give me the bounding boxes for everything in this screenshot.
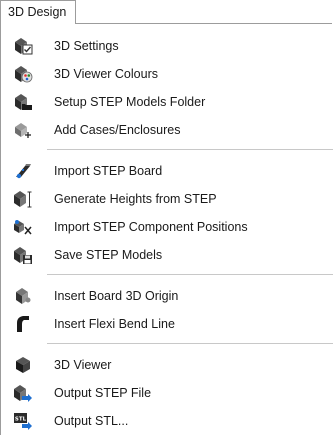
menu-item-import-step-component-positions[interactable]: Import STEP Component Positions xyxy=(1,213,333,241)
menu-separator xyxy=(47,343,333,344)
flexi-bend-icon xyxy=(13,315,33,333)
menu-item-label: 3D Viewer Colours xyxy=(54,67,158,81)
menu-item-label: Insert Flexi Bend Line xyxy=(54,317,175,331)
generate-heights-icon xyxy=(13,190,33,208)
menu-item-output-step-file[interactable]: Output STEP File xyxy=(1,379,333,407)
save-models-icon xyxy=(13,246,33,264)
menu-item-label: Output STEP File xyxy=(54,386,152,400)
add-enclosure-icon xyxy=(13,121,33,139)
menu-item-add-cases-enclosures[interactable]: Add Cases/Enclosures xyxy=(1,116,333,144)
menu-item-insert-flexi-bend-line[interactable]: Insert Flexi Bend Line xyxy=(1,310,333,338)
menu-item-label: Insert Board 3D Origin xyxy=(54,289,179,303)
menu-item-import-step-board[interactable]: Import STEP Board xyxy=(1,157,333,185)
menu-separator xyxy=(47,274,333,275)
menu-item-insert-board-3d-origin[interactable]: Insert Board 3D Origin xyxy=(1,282,333,310)
menu-item-label: Import STEP Board xyxy=(54,164,163,178)
output-stl-icon: STL xyxy=(13,412,33,430)
menu-item-label: Generate Heights from STEP xyxy=(54,192,217,206)
3d-settings-icon xyxy=(13,37,33,55)
menu-item-label: Add Cases/Enclosures xyxy=(54,123,181,137)
menu-item-label: Output STL... xyxy=(54,414,129,428)
menu-item-generate-heights-from-step[interactable]: Generate Heights from STEP xyxy=(1,185,333,213)
menu-item-label: Setup STEP Models Folder xyxy=(54,95,206,109)
menu-item-label: 3D Viewer xyxy=(54,358,112,372)
menu-item-save-step-models[interactable]: Save STEP Models xyxy=(1,241,333,269)
step-folder-icon xyxy=(13,93,33,111)
menu-item-label: Save STEP Models xyxy=(54,248,163,262)
menu-separator xyxy=(47,149,333,150)
board-origin-icon xyxy=(13,287,33,305)
tab-label: 3D Design xyxy=(8,5,67,19)
import-board-icon xyxy=(13,162,33,180)
menu-item-3d-viewer-colours[interactable]: 3D Viewer Colours xyxy=(1,60,333,88)
menu-item-label: Import STEP Component Positions xyxy=(54,220,248,234)
svg-text:STL: STL xyxy=(15,417,27,423)
menu-item-3d-settings[interactable]: 3D Settings xyxy=(1,32,333,60)
output-step-icon xyxy=(13,384,33,402)
3d-viewer-icon xyxy=(13,356,33,374)
menu-item-output-stl[interactable]: STL Output STL... xyxy=(1,407,333,435)
tab-3d-design[interactable]: 3D Design xyxy=(0,0,77,24)
menu-item-label: 3D Settings xyxy=(54,39,119,53)
menu-item-setup-step-models-folder[interactable]: Setup STEP Models Folder xyxy=(1,88,333,116)
menu-item-3d-viewer[interactable]: 3D Viewer xyxy=(1,351,333,379)
dropdown-menu: 3D Settings 3D Viewer Colours Setup STEP… xyxy=(0,23,333,435)
viewer-colours-icon xyxy=(13,65,33,83)
import-positions-icon xyxy=(13,218,33,236)
